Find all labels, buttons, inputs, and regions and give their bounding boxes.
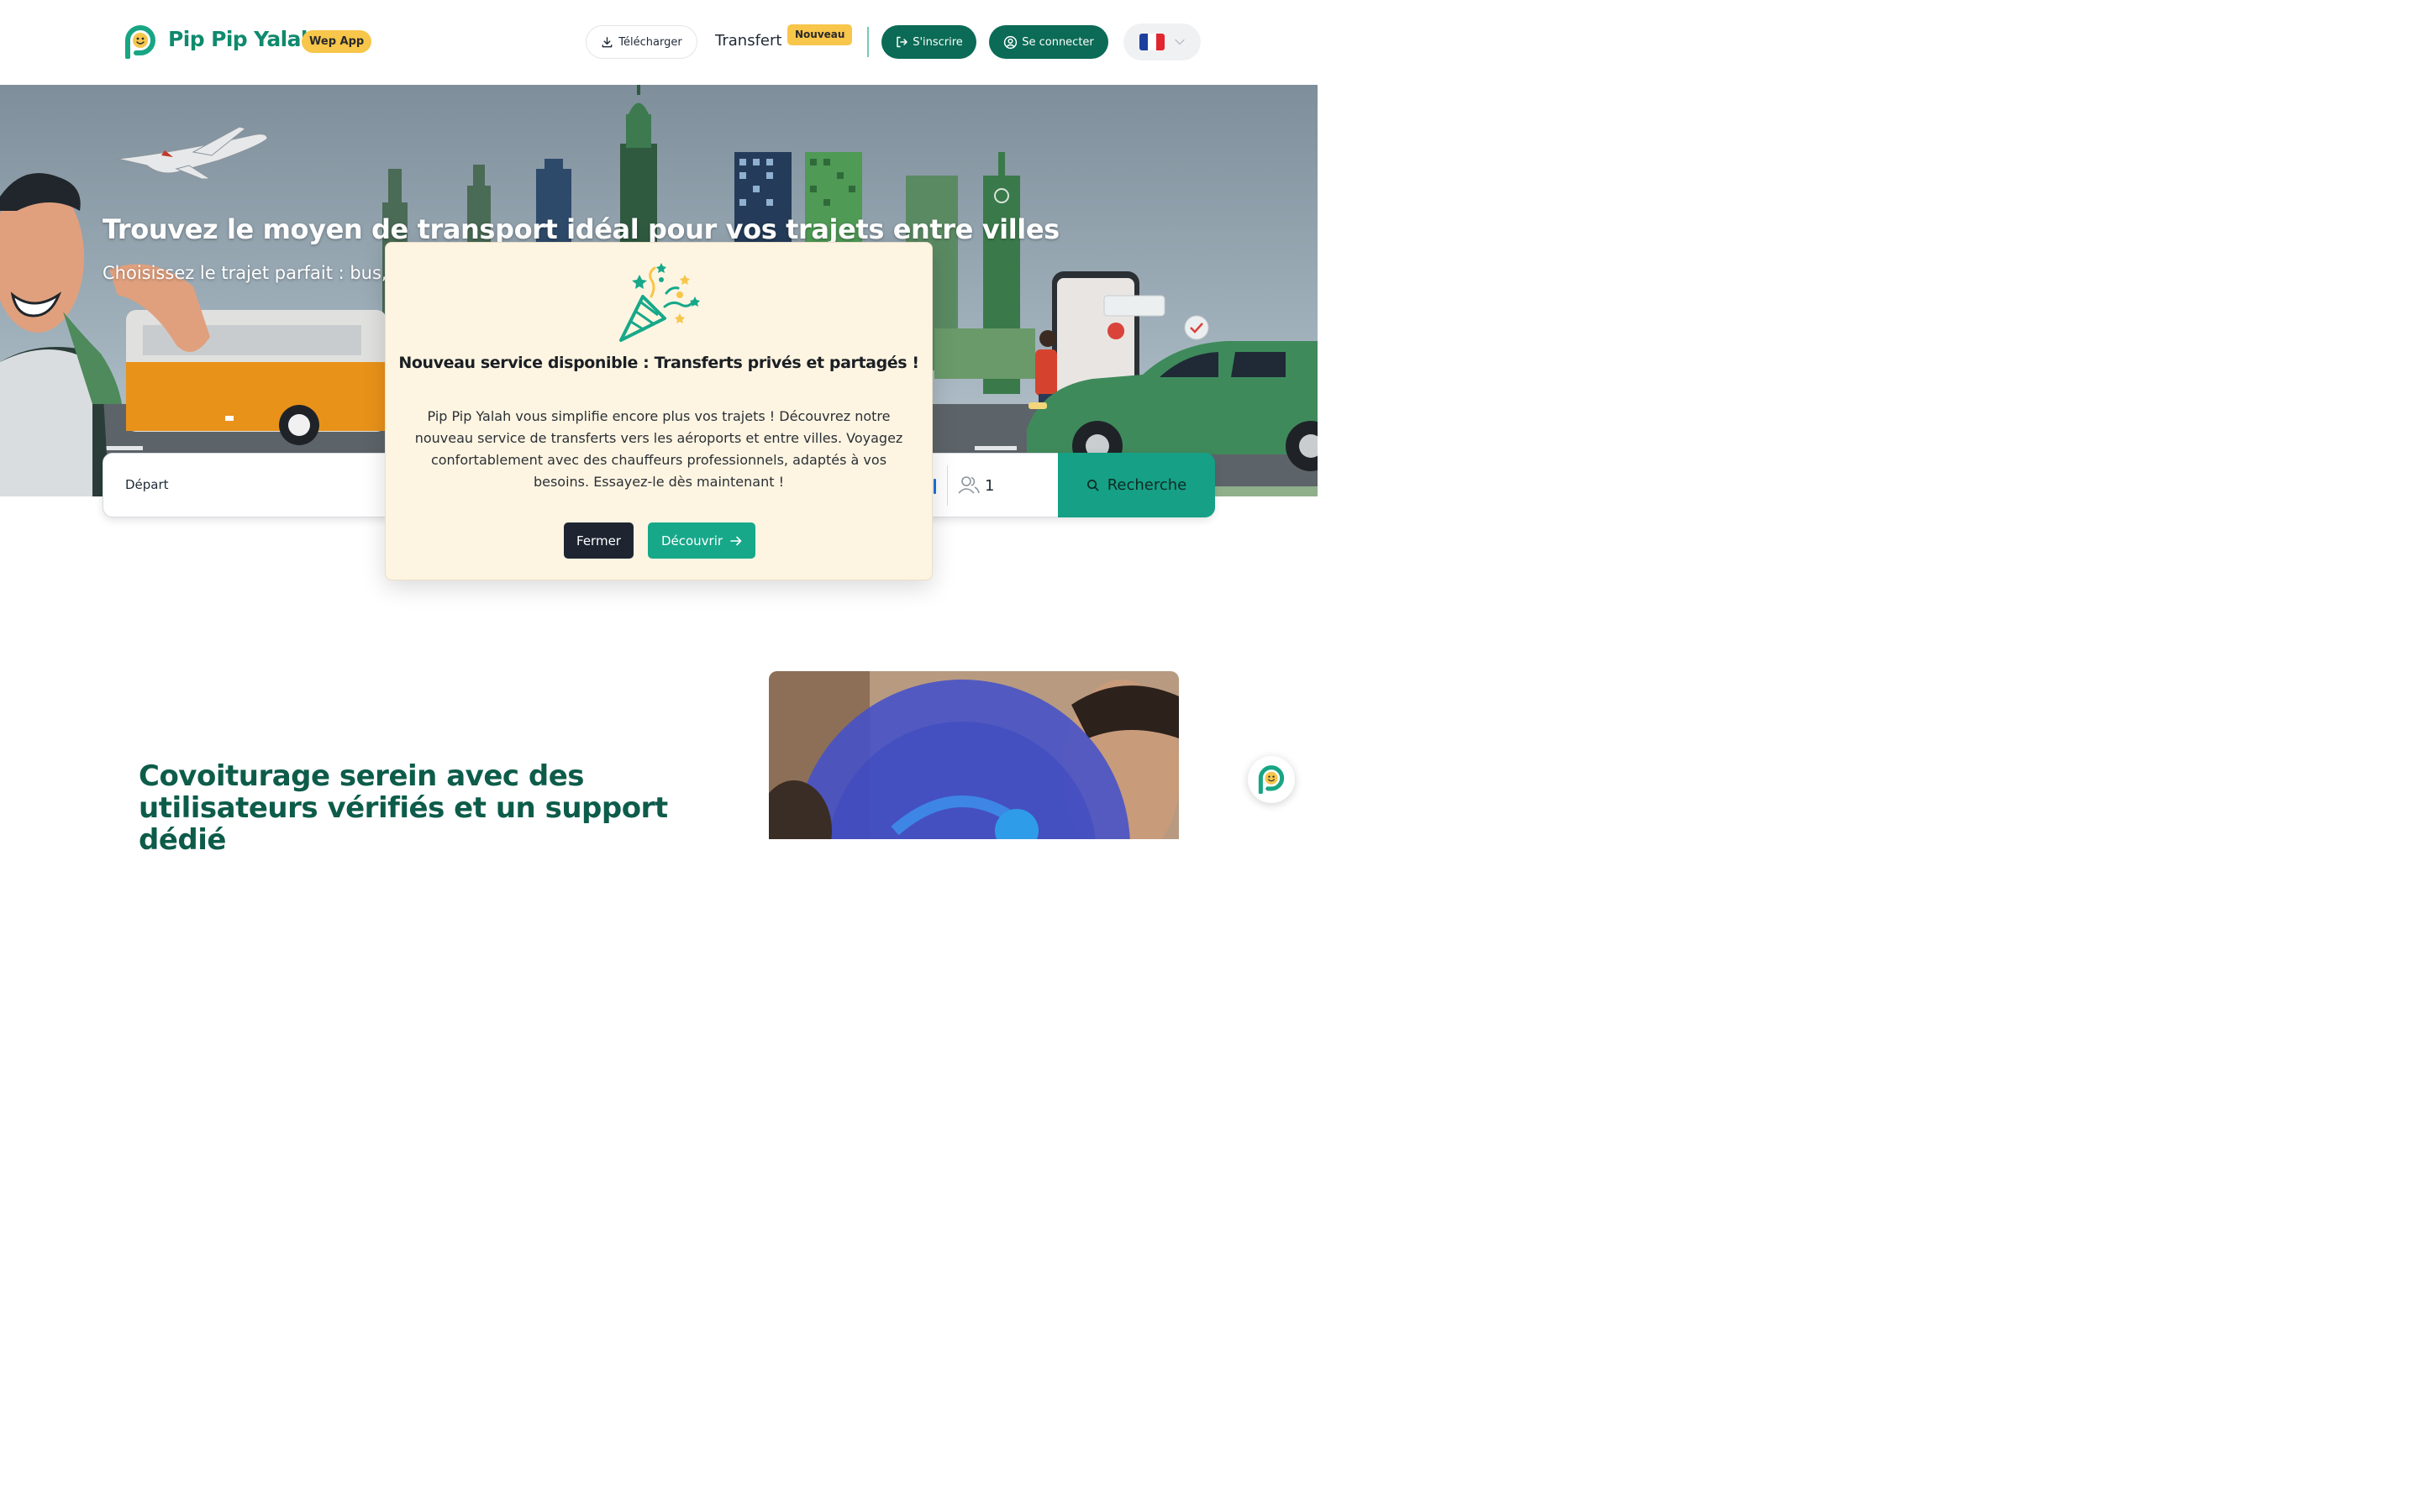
modal-body: Pip Pip Yalah vous simplifie encore plus… [414,408,903,490]
login-button[interactable]: Se connecter [989,25,1108,59]
signup-label: S'inscrire [913,35,963,49]
top-navbar: Pip Pip Yalah Wep App Télécharger Transf… [0,0,1318,85]
brand-name[interactable]: Pip Pip Yalah [168,27,316,51]
login-label: Se connecter [1022,35,1094,49]
new-badge: Nouveau [787,24,853,45]
passengers-icon[interactable] [958,475,980,495]
party-popper-icon [619,263,700,342]
signup-button[interactable]: S'inscrire [881,25,976,59]
download-label: Télécharger [618,35,682,49]
departure-field[interactable]: Départ [125,477,169,492]
user-circle-icon [1004,35,1018,49]
arrow-right-icon [730,536,742,545]
search-button[interactable]: Recherche [1058,453,1215,517]
bus [126,310,387,445]
new-service-modal: Nouveau service disponible : Transferts … [385,242,933,580]
chat-bubble-button[interactable] [1248,756,1295,803]
carpooling-section-title: Covoiturage serein avec des utilisateurs… [139,759,668,857]
discover-button[interactable]: Découvrir [648,522,755,559]
webapp-badge: Wep App [302,30,372,53]
passenger-count[interactable]: 1 [985,477,994,495]
pip-pip-yalah-logo-icon[interactable] [124,25,156,59]
date-field-edge[interactable] [934,479,936,494]
discover-label: Découvrir [660,533,723,549]
language-selector[interactable] [1123,24,1201,60]
french-flag-icon [1139,34,1165,50]
close-button[interactable]: Fermer [564,522,634,559]
carpool-photo [769,671,1179,839]
hero-title: Trouvez le moyen de transport idéal pour… [103,213,1060,245]
transfer-link[interactable]: Transfert [715,32,781,50]
header-divider [867,27,869,57]
search-icon [1086,480,1099,491]
download-icon [602,36,613,47]
modal-title: Nouveau service disponible : Transferts … [398,354,919,372]
passenger-divider [947,465,948,506]
pip-pip-yalah-logo-icon [1258,765,1285,794]
download-button[interactable]: Télécharger [586,25,697,59]
sign-in-arrow-icon [897,36,908,48]
chevron-down-icon [1175,39,1185,45]
search-label: Recherche [1107,476,1187,494]
